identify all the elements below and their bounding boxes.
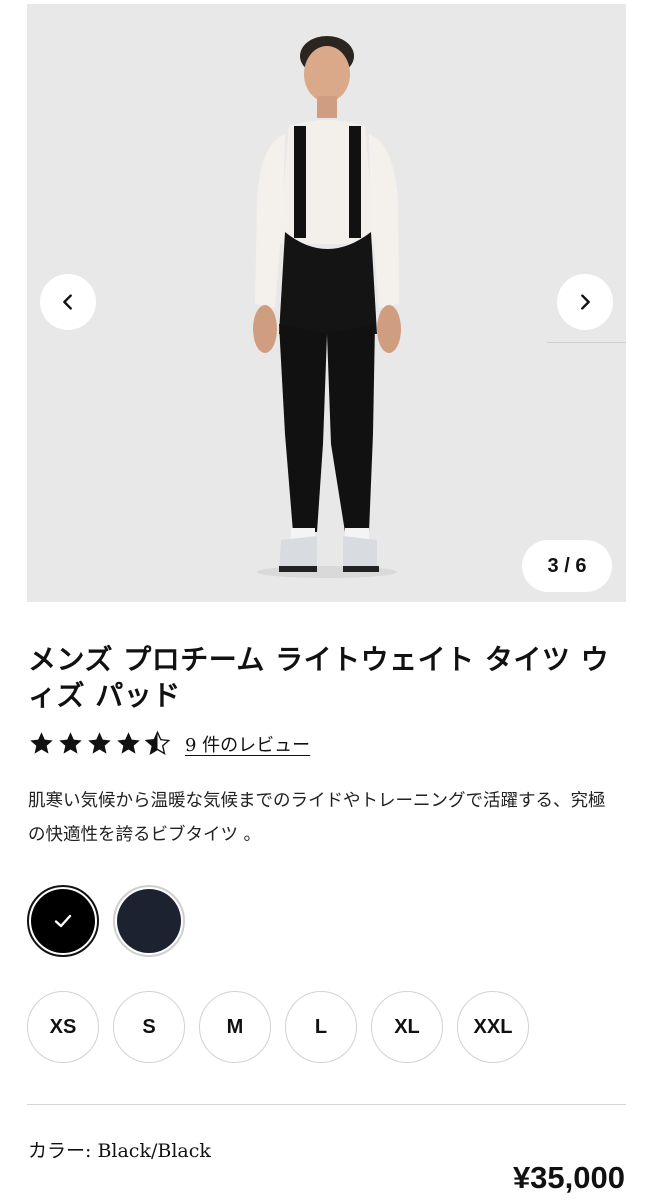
gallery-counter: 3 / 6: [522, 540, 612, 592]
color-swatch-black[interactable]: [27, 885, 99, 957]
size-option-s[interactable]: S: [113, 991, 185, 1063]
color-swatch-navy[interactable]: [113, 885, 185, 957]
size-option-xxl[interactable]: XXL: [457, 991, 529, 1063]
chevron-right-icon: [581, 294, 590, 310]
gallery-divider: [547, 342, 626, 343]
product-image: [27, 4, 626, 602]
gallery-next-button[interactable]: [557, 274, 613, 330]
product-gallery[interactable]: 3 / 6: [27, 4, 626, 602]
gallery-prev-button[interactable]: [40, 274, 96, 330]
size-option-l[interactable]: L: [285, 991, 357, 1063]
star-icon: [88, 732, 111, 754]
chevron-left-icon: [63, 294, 72, 310]
product-rating: 9 件のレビュー: [28, 730, 310, 757]
star-icon: [30, 732, 53, 754]
check-icon: [54, 914, 72, 928]
star-icon: [59, 732, 82, 754]
size-option-m[interactable]: M: [199, 991, 271, 1063]
swatch-fill: [31, 889, 95, 953]
star-icon: [117, 732, 140, 754]
half-star-icon: [144, 730, 171, 756]
size-option-xs[interactable]: XS: [27, 991, 99, 1063]
section-divider: [27, 1104, 626, 1105]
star-rating: [28, 730, 171, 757]
product-title: メンズ プロチーム ライトウェイト タイツ ウィズ パッド: [28, 643, 610, 712]
product-price: ¥35,000: [512, 1160, 625, 1195]
swatch-fill: [117, 889, 181, 953]
product-description: 肌寒い気候から温暖な気候までのライドやトレーニングで活躍する、究極の快適性を誇る…: [28, 791, 606, 845]
size-selector: XS S M L XL XXL: [27, 991, 529, 1063]
size-option-xl[interactable]: XL: [371, 991, 443, 1063]
reviews-link[interactable]: 9 件のレビュー: [185, 731, 310, 757]
selected-color-label: カラー: Black/Black: [28, 1140, 211, 1162]
